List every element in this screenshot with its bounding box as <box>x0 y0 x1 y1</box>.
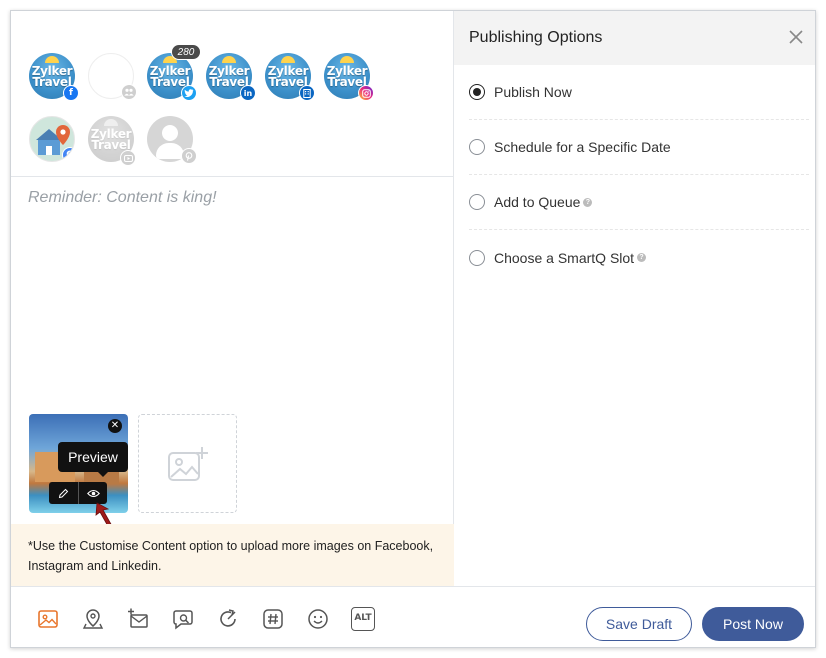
option-publish-now[interactable]: Publish Now <box>469 65 809 120</box>
post-composer-dialog: Zylker Travel f Zylker Travel 280 Zylker Tr… <box>10 10 816 648</box>
account-avatar-google-business[interactable]: G <box>29 116 75 162</box>
account-avatar-linkedin-page[interactable]: Zylker Travel <box>265 53 315 101</box>
post-content-input[interactable]: Reminder: Content is king! <box>28 189 217 207</box>
character-count-badge: 280 <box>171 44 201 60</box>
emoji-icon[interactable] <box>306 607 330 631</box>
account-avatar-twitter[interactable]: Zylker Travel 280 <box>147 44 201 101</box>
sun-logo-icon <box>281 56 295 63</box>
account-avatar-instagram[interactable]: Zylker Travel <box>324 53 374 101</box>
option-add-to-queue[interactable]: Add to Queue ? <box>469 175 809 230</box>
radio-button[interactable] <box>469 84 485 100</box>
sun-logo-icon <box>340 56 354 63</box>
pinterest-icon <box>181 148 197 164</box>
add-image-button[interactable] <box>138 414 237 513</box>
google-icon: G <box>62 147 74 161</box>
user-body-icon <box>156 143 184 159</box>
upload-notice: *Use the Customise Content option to upl… <box>11 524 454 586</box>
location-icon[interactable] <box>81 607 105 631</box>
option-label: Schedule for a Specific Date <box>494 139 671 155</box>
avatar-logo-text: Zylker Travel <box>90 127 132 152</box>
add-image-icon <box>167 446 208 481</box>
radio-button[interactable] <box>469 249 485 266</box>
option-label: Add to Queue <box>494 194 581 210</box>
post-now-button[interactable]: Post Now <box>702 607 804 641</box>
linkedin-icon: in <box>240 85 256 101</box>
sun-logo-icon <box>45 56 59 63</box>
hashtag-icon[interactable] <box>261 607 285 631</box>
help-icon[interactable]: ? <box>637 253 647 262</box>
instagram-icon <box>358 85 374 101</box>
facebook-icon: f <box>63 85 79 101</box>
composer-panel: Zylker Travel f Zylker Travel 280 Zylker Tr… <box>11 11 454 586</box>
group-icon <box>121 84 137 100</box>
publishing-option-list: Publish Now Schedule for a Specific Date… <box>454 65 815 285</box>
publishing-options-header: Publishing Options <box>454 11 815 65</box>
radio-button[interactable] <box>469 194 485 210</box>
add-mail-icon[interactable] <box>126 607 150 631</box>
sun-logo-icon <box>104 119 118 126</box>
option-schedule-date[interactable]: Schedule for a Specific Date <box>469 120 809 175</box>
twitter-icon <box>181 85 197 101</box>
composer-toolbar: ALT Save Draft Post Now <box>11 586 815 647</box>
youtube-icon <box>120 150 136 166</box>
remove-image-icon[interactable]: ✕ <box>108 419 122 433</box>
linkedin-page-icon <box>299 85 315 101</box>
account-avatar-linkedin[interactable]: Zylker Travel in <box>206 53 256 101</box>
option-label: Publish Now <box>494 84 572 100</box>
close-icon[interactable] <box>787 28 805 46</box>
edit-pencil-icon[interactable] <box>49 482 78 504</box>
refresh-share-icon[interactable] <box>216 607 240 631</box>
chat-image-icon[interactable] <box>171 607 195 631</box>
help-icon[interactable]: ? <box>583 197 593 207</box>
preview-tooltip: Preview <box>58 442 128 477</box>
option-label: Choose a SmartQ Slot <box>494 249 635 266</box>
account-avatar-pinterest[interactable] <box>147 116 197 164</box>
radio-button[interactable] <box>469 139 485 155</box>
panel-title: Publishing Options <box>469 29 603 46</box>
alt-text-icon[interactable]: ALT <box>351 607 375 631</box>
account-selector: Zylker Travel f Zylker Travel 280 Zylker Tr… <box>11 11 454 177</box>
account-avatar-facebook[interactable]: Zylker Travel f <box>29 53 79 101</box>
account-avatar-group[interactable] <box>88 53 137 100</box>
sun-logo-icon <box>222 56 236 63</box>
user-head-icon <box>162 125 178 141</box>
image-icon[interactable] <box>36 607 60 631</box>
option-smartq-slot[interactable]: Choose a SmartQ Slot ? <box>469 230 809 285</box>
publishing-options-panel: Publishing Options Publish Now Schedule … <box>454 11 815 586</box>
save-draft-button[interactable]: Save Draft <box>586 607 692 641</box>
